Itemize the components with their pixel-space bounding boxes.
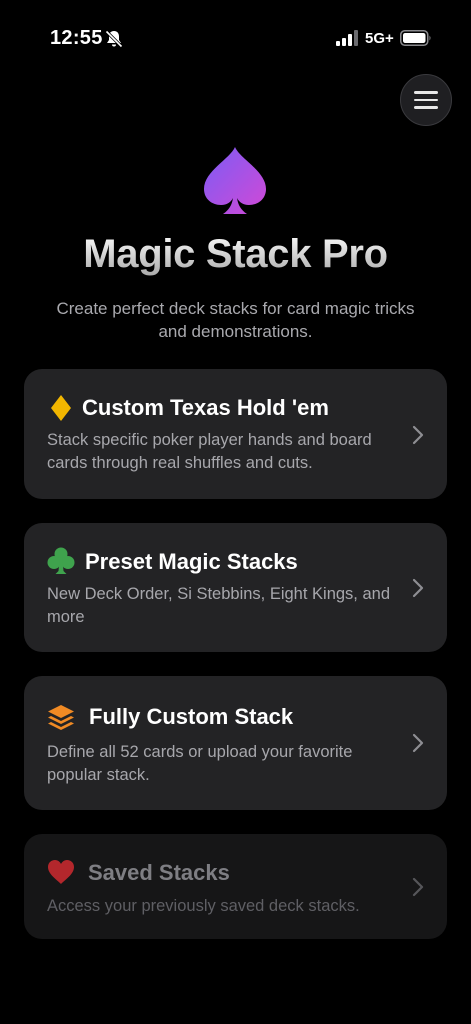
status-bar: 12:55 5G+ xyxy=(0,0,471,78)
menu-button[interactable] xyxy=(400,74,452,126)
diamond-icon xyxy=(51,395,71,421)
card-description: New Deck Order, Si Stebbins, Eight Kings… xyxy=(47,585,391,626)
network-label: 5G+ xyxy=(365,30,394,47)
app-title: Magic Stack Pro xyxy=(0,232,471,277)
card-preset-magic-stacks[interactable]: Preset Magic Stacks New Deck Order, Si S… xyxy=(24,523,447,652)
hamburger-icon-line xyxy=(414,106,438,109)
card-saved-stacks[interactable]: Saved Stacks Access your previously save… xyxy=(24,834,447,939)
chevron-right-icon xyxy=(412,733,424,753)
bell-slash-icon xyxy=(105,30,123,48)
club-icon xyxy=(47,547,75,574)
card-title: Fully Custom Stack xyxy=(89,704,294,729)
card-description: Define all 52 cards or upload your favor… xyxy=(47,743,353,784)
card-description: Access your previously saved deck stacks… xyxy=(47,897,360,915)
card-fully-custom-stack[interactable]: Fully Custom Stack Define all 52 cards o… xyxy=(24,676,447,810)
battery-icon xyxy=(400,30,431,46)
card-title: Saved Stacks xyxy=(88,860,230,885)
chevron-right-icon xyxy=(412,578,424,598)
heart-icon xyxy=(48,860,74,884)
spade-icon xyxy=(204,147,266,214)
status-time: 12:55 xyxy=(50,27,103,49)
card-description: Stack specific poker player hands and bo… xyxy=(47,431,372,472)
chevron-right-icon xyxy=(412,425,424,445)
signal-icon xyxy=(336,30,358,46)
card-title: Custom Texas Hold 'em xyxy=(82,395,329,420)
hamburger-icon xyxy=(414,91,438,94)
hamburger-icon-line xyxy=(414,98,438,102)
card-custom-texas-holdem[interactable]: Custom Texas Hold 'em Stack specific pok… xyxy=(24,369,447,499)
app-subtitle: Create perfect deck stacks for card magi… xyxy=(56,299,415,341)
stack-layers-icon xyxy=(48,705,74,730)
card-title: Preset Magic Stacks xyxy=(85,549,298,574)
chevron-right-icon xyxy=(412,877,424,897)
